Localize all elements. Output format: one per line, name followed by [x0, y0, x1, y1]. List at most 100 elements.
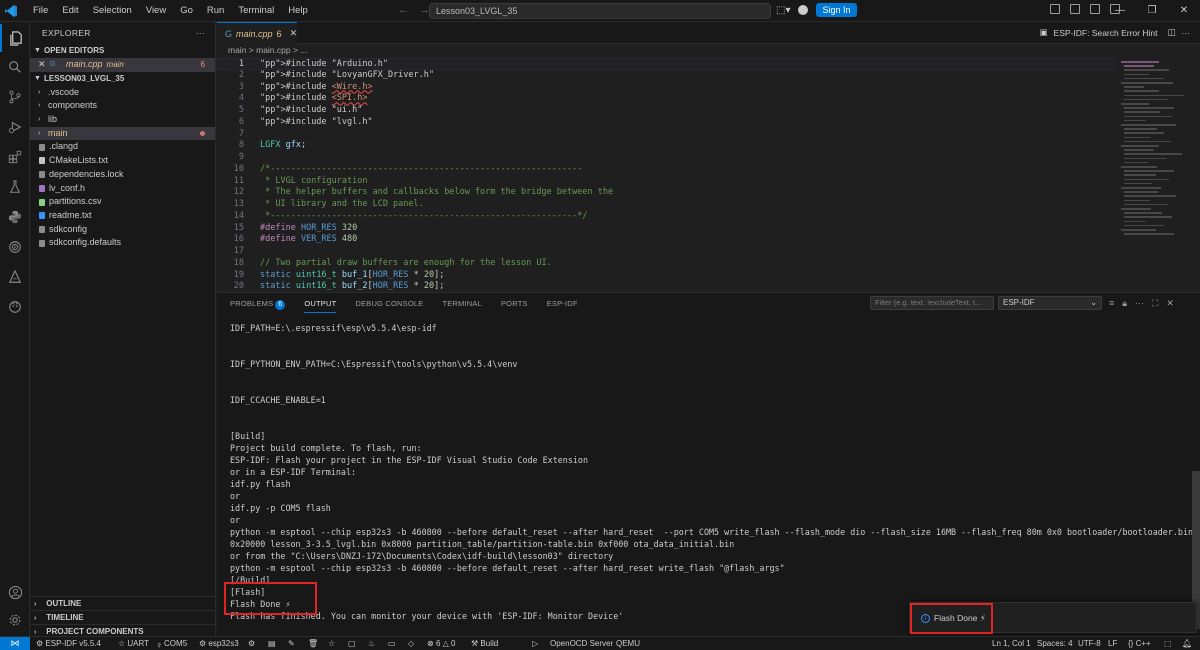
remote-indicator-icon[interactable]: ⋈ [0, 637, 30, 650]
code-line[interactable]: 8 LGFX gfx; [217, 140, 1117, 152]
menu-run[interactable]: Run [200, 0, 231, 22]
file-tree-item[interactable]: sdkconfig.defaults [30, 236, 215, 250]
menu-selection[interactable]: Selection [86, 0, 139, 22]
menu-file[interactable]: File [26, 0, 55, 22]
python-icon[interactable] [0, 203, 30, 231]
qemu-button[interactable]: QEMU [616, 637, 640, 650]
menu-terminal[interactable]: Terminal [231, 0, 281, 22]
code-line[interactable]: 20 static uint16_t buf_2[HOR_RES * 20]; [217, 281, 1117, 292]
more-actions-icon[interactable]: ··· [1135, 298, 1144, 309]
notification-toast[interactable]: i Flash Done ⚡ [909, 602, 1197, 634]
maximize-icon[interactable]: ❐ [1136, 0, 1168, 22]
timeline-section[interactable]: › TIMELINE [30, 610, 216, 624]
terminal-icon[interactable]: ▭ [388, 637, 396, 650]
file-tree-item[interactable]: readme.txt [30, 209, 215, 223]
source-control-icon[interactable] [0, 83, 30, 111]
port-selector[interactable]: ⍚ COM5 [157, 637, 187, 650]
tab-ports[interactable]: PORTS [488, 293, 534, 314]
code-line[interactable]: 15 #define HOR_RES 320 [217, 223, 1117, 235]
file-tree-item[interactable]: › components [30, 99, 215, 113]
command-center[interactable]: Lesson03_LVGL_35 [429, 3, 771, 19]
code-line[interactable]: 18 // Two partial draw buffers are enough… [217, 258, 1117, 270]
code-line[interactable]: 19 static uint16_t buf_1[HOR_RES * 20]; [217, 270, 1117, 282]
file-tree-item[interactable]: lv_conf.h [30, 182, 215, 196]
monitor-icon[interactable]: ▢ [348, 637, 356, 650]
close-icon[interactable]: ✕ [290, 28, 298, 39]
output-channel-select[interactable]: ESP-IDF ⌄ [998, 296, 1102, 310]
search-error-hint-icon[interactable]: ▣ [1040, 27, 1048, 38]
code-line[interactable]: 16 #define VER_RES 480 [217, 234, 1117, 246]
open-editor-item-main-cpp[interactable]: ✕ G main.cpp main 6 [30, 58, 215, 72]
flash-icon[interactable]: ☆ [328, 637, 335, 650]
lock-scroll-icon[interactable]: 🔒︎ [1122, 298, 1127, 309]
menu-help[interactable]: Help [281, 0, 315, 22]
output-filter-input[interactable]: Filter (e.g. text, !excludeText, t... [870, 296, 994, 310]
file-tree-item[interactable]: › .vscode [30, 86, 215, 100]
split-editor-icon[interactable]: ◫ [1167, 27, 1175, 38]
code-line[interactable]: 14 *------------------------------------… [217, 211, 1117, 223]
breadcrumb[interactable]: main > main.cpp > ... [217, 44, 307, 57]
notifications-bell-icon[interactable]: 🔔︎ [1182, 637, 1192, 650]
extensions-icon[interactable] [0, 143, 30, 171]
clean-trash-icon[interactable]: 🗑︎ [308, 637, 318, 650]
extension-icon[interactable]: ◇ [408, 637, 414, 650]
code-line[interactable]: 10 /*------------------------------------… [217, 164, 1117, 176]
debug-play-icon[interactable]: ▷ [532, 637, 538, 650]
encoding[interactable]: UTF-8 [1078, 637, 1101, 650]
code-line[interactable]: 7 [217, 129, 1117, 141]
close-panel-icon[interactable]: ✕ [1166, 298, 1174, 309]
code-line[interactable]: 4 "pp">#include <SPI.h> [217, 93, 1117, 105]
tab-terminal[interactable]: TERMINAL [429, 293, 488, 314]
code-line[interactable]: 9 [217, 152, 1117, 164]
flame-icon[interactable]: ♨ [368, 637, 375, 650]
run-debug-icon[interactable] [0, 113, 30, 141]
build-wrench-icon[interactable]: ✎ [288, 637, 295, 650]
uart-selector[interactable]: ☆ UART [118, 637, 149, 650]
indentation[interactable]: Spaces: 4 [1037, 637, 1073, 650]
copilot-icon[interactable]: ⬚▾ [776, 5, 790, 16]
more-actions-icon[interactable]: ··· [1182, 28, 1191, 38]
search-error-hint-button[interactable]: ESP-IDF: Search Error Hint [1054, 28, 1158, 38]
close-window-icon[interactable]: ✕ [1168, 0, 1200, 22]
code-line[interactable]: 2 "pp">#include "LovyanGFX_Driver.h" [217, 70, 1117, 82]
account-icon[interactable] [798, 5, 809, 15]
testing-flask-icon[interactable] [0, 173, 30, 201]
sign-in-button[interactable]: Sign In [816, 3, 857, 17]
copilot-icon[interactable]: ⬚ [1164, 637, 1172, 650]
code-line[interactable]: 12 * The helper buffers and callbacks be… [217, 187, 1117, 199]
file-tree-item[interactable]: sdkconfig [30, 223, 215, 237]
code-line[interactable]: 17 [217, 246, 1117, 258]
close-icon[interactable]: ✕ [38, 58, 50, 72]
code-line[interactable]: 1 "pp">#include "Arduino.h" [217, 58, 1117, 70]
problems-status[interactable]: ⊗ 6 △ 0 [427, 637, 455, 650]
file-tree-item[interactable]: partitions.csv [30, 195, 215, 209]
minimap[interactable] [1117, 57, 1200, 292]
settings-gear-icon[interactable]: ⚙ [248, 637, 255, 650]
build-button[interactable]: ⚒ Build [471, 637, 498, 650]
file-tree-item[interactable]: .clangd [30, 140, 215, 154]
openocd-server[interactable]: OpenOCD Server [550, 637, 613, 650]
file-tree-item[interactable]: › main [30, 126, 215, 141]
code-line[interactable]: 13 * UI library and the LCD panel. [217, 199, 1117, 211]
language-mode[interactable]: {} C++ [1128, 637, 1151, 650]
open-editors-section[interactable]: ▼ OPEN EDITORS [30, 44, 215, 58]
maximize-panel-icon[interactable]: ⛶ [1152, 298, 1158, 309]
tab-main-cpp[interactable]: G main.cpp 6 ✕ [217, 22, 297, 44]
cursor-position[interactable]: Ln 1, Col 1 [992, 637, 1031, 650]
minimize-icon[interactable]: — [1104, 0, 1136, 22]
target-selector[interactable]: ⚙ esp32s3 [199, 637, 239, 650]
menuconfig-icon[interactable]: ▤ [268, 637, 276, 650]
code-line[interactable]: 11 * LVGL configuration [217, 176, 1117, 188]
esp-idf-version[interactable]: ⚙ ESP-IDF v5.5.4 [36, 637, 101, 650]
menu-view[interactable]: View [139, 0, 173, 22]
eol[interactable]: LF [1108, 637, 1117, 650]
tab-esp-idf[interactable]: ESP-IDF [534, 293, 584, 314]
tab-output[interactable]: OUTPUT [291, 293, 342, 314]
search-icon[interactable] [0, 53, 30, 81]
esp-idf-icon[interactable] [0, 263, 30, 291]
file-tree-item[interactable]: CMakeLists.txt [30, 154, 215, 168]
customize-layout-icon[interactable] [1050, 4, 1060, 14]
toggle-sidebar-icon[interactable] [1070, 4, 1080, 14]
account-icon[interactable] [0, 578, 30, 606]
clear-output-icon[interactable]: ≡ [1109, 298, 1114, 309]
